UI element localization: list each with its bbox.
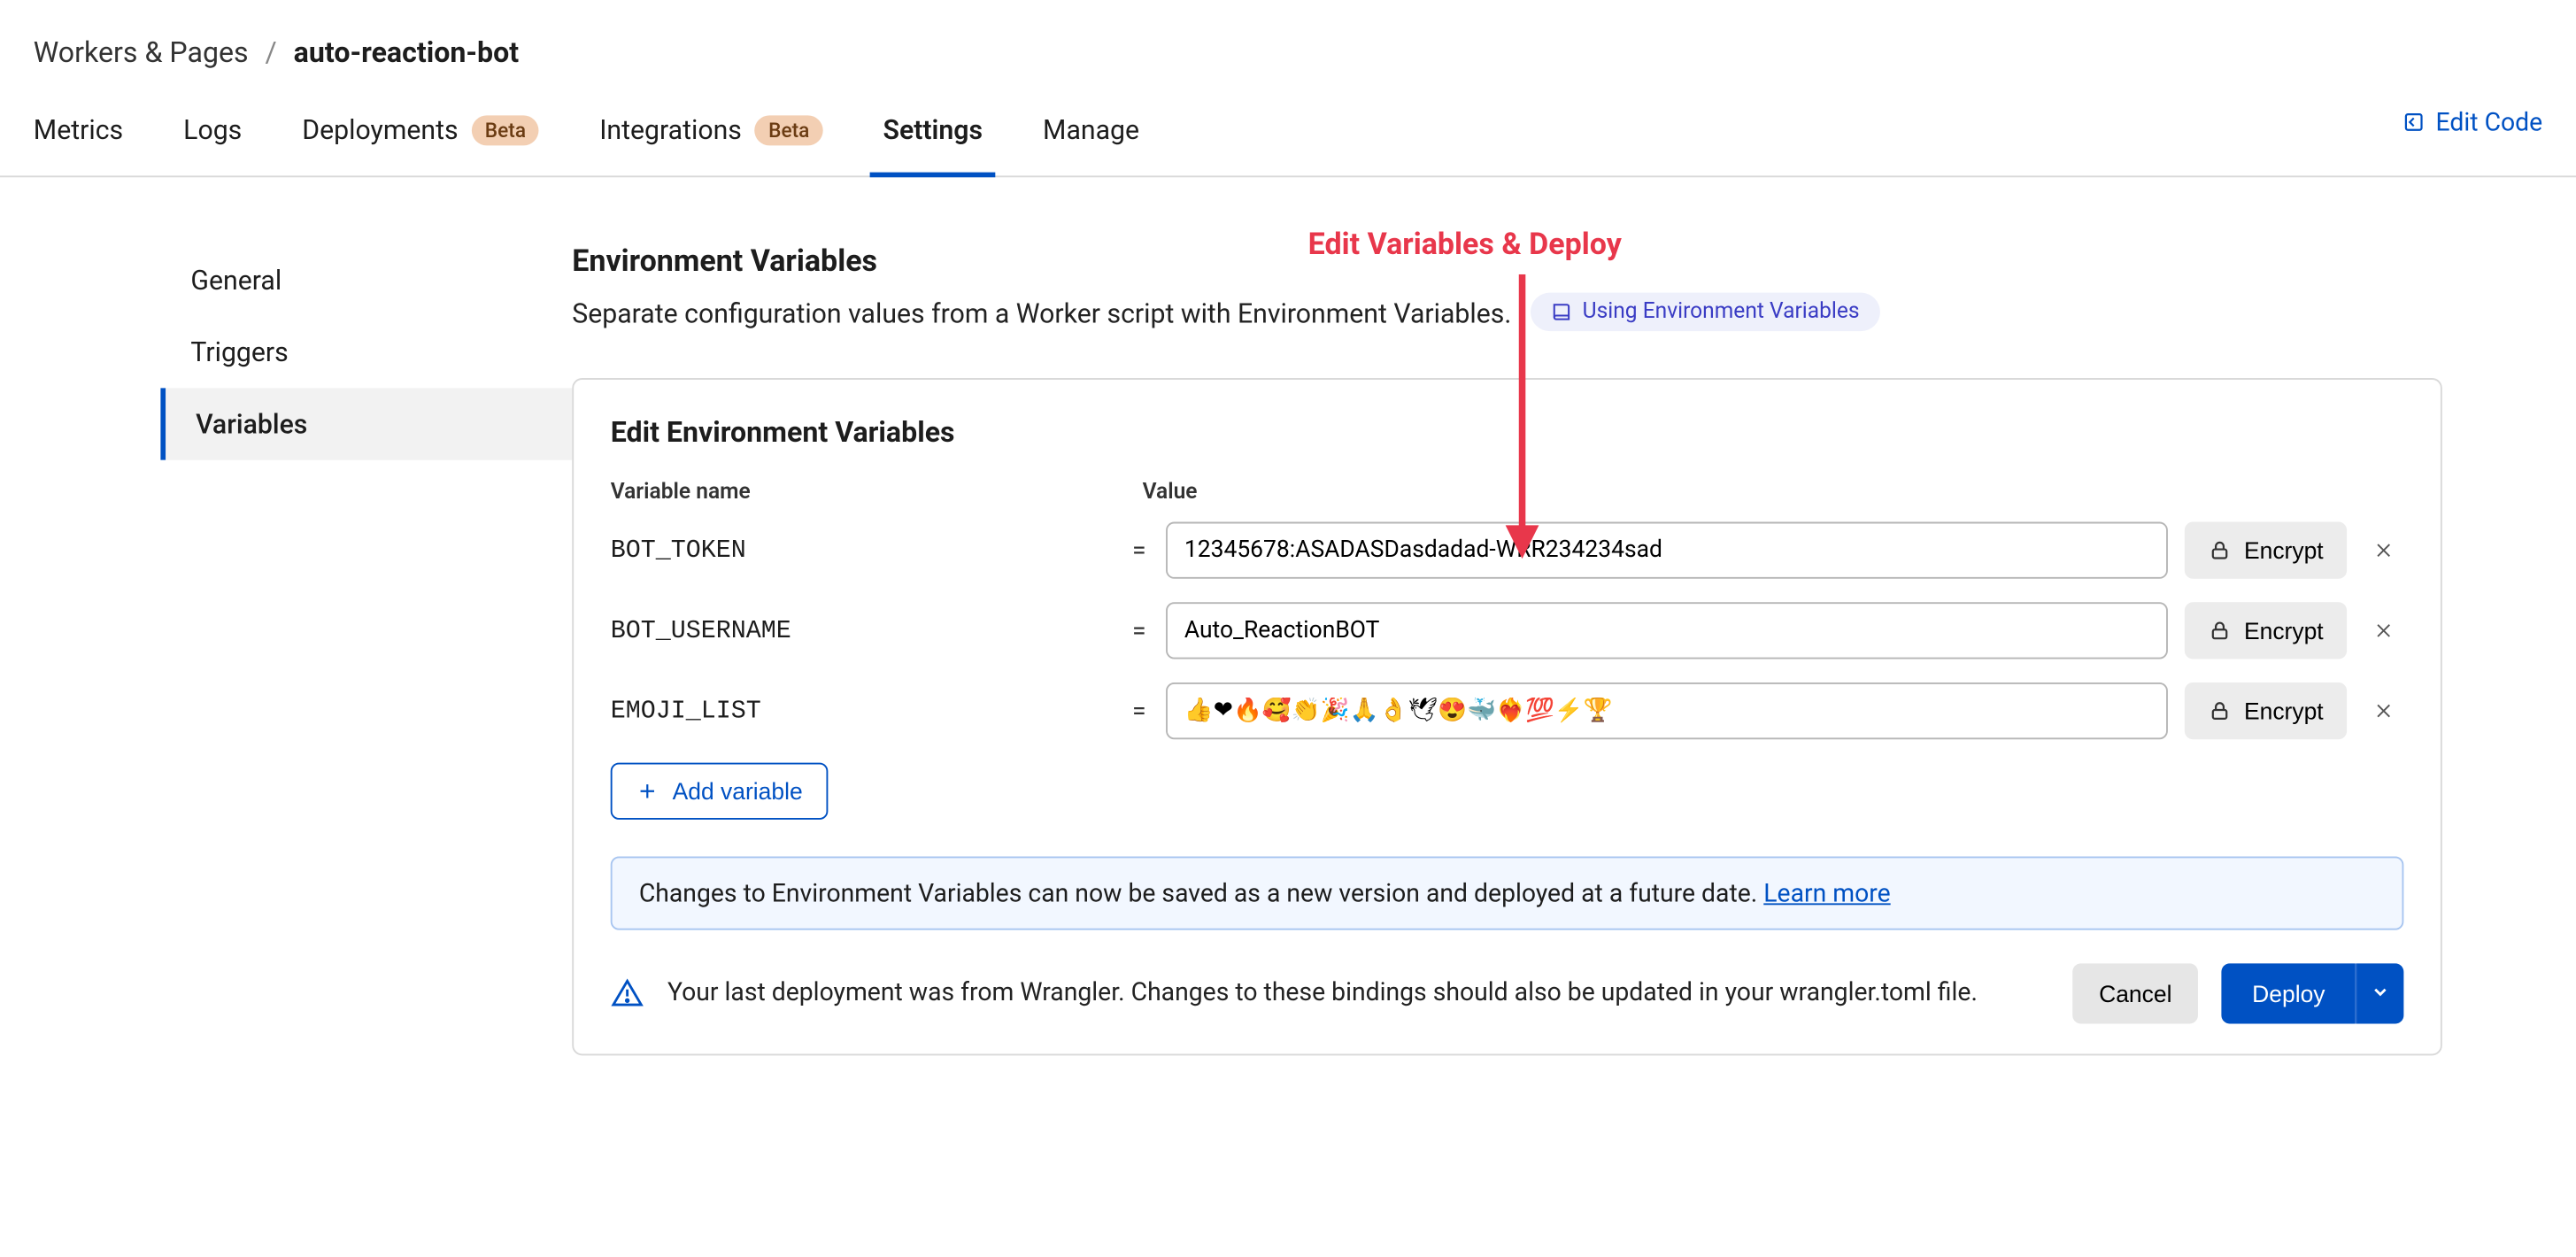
var-row: BOT_USERNAME = Encrypt [611, 602, 2404, 659]
close-icon [2373, 698, 2394, 724]
info-banner-text: Changes to Environment Variables can now… [639, 878, 1763, 908]
add-variable-label: Add variable [673, 778, 803, 805]
tab-label: Integrations [599, 113, 742, 145]
edit-code-link[interactable]: Edit Code [2402, 107, 2542, 137]
breadcrumb-parent[interactable]: Workers & Pages [34, 37, 249, 71]
annotation-arrow-icon [1506, 274, 1539, 559]
lock-icon [2207, 538, 2230, 561]
tab-label: Manage [1043, 113, 1139, 145]
section-description: Separate configuration values from a Wor… [572, 297, 1511, 329]
tab-settings[interactable]: Settings [883, 94, 983, 176]
deploy-button[interactable]: Deploy [2222, 963, 2355, 1023]
chevron-down-icon [2371, 981, 2391, 1001]
deploy-menu-button[interactable] [2356, 963, 2404, 1023]
tab-metrics[interactable]: Metrics [34, 94, 123, 176]
tab-bar: Metrics Logs Deployments Beta Integratio… [0, 94, 2576, 177]
sidebar-item-triggers[interactable]: Triggers [160, 316, 572, 388]
annotation-label: Edit Variables & Deploy [1308, 227, 1622, 263]
close-icon [2373, 617, 2394, 644]
col-header-name: Variable name [611, 480, 1143, 505]
var-name: BOT_USERNAME [611, 616, 1113, 644]
edit-code-icon [2402, 111, 2426, 134]
encrypt-button[interactable]: Encrypt [2184, 602, 2347, 659]
remove-var-button[interactable] [2364, 611, 2403, 651]
encrypt-button[interactable]: Encrypt [2184, 682, 2347, 739]
doc-link-label: Using Environment Variables [1583, 299, 1860, 324]
sidebar-item-general[interactable]: General [160, 244, 572, 316]
beta-badge: Beta [755, 114, 822, 144]
col-header-value: Value [1143, 480, 2404, 505]
tab-deployments[interactable]: Deployments Beta [302, 94, 539, 176]
learn-more-link[interactable]: Learn more [1763, 878, 1890, 908]
tab-logs[interactable]: Logs [183, 94, 242, 176]
add-variable-button[interactable]: Add variable [611, 763, 828, 820]
close-icon [2373, 537, 2394, 564]
tab-label: Logs [183, 113, 242, 145]
lock-icon [2207, 619, 2230, 642]
lock-icon [2207, 699, 2230, 722]
encrypt-button[interactable]: Encrypt [2184, 522, 2347, 579]
breadcrumb: Workers & Pages / auto-reaction-bot [0, 0, 2576, 94]
var-row: EMOJI_LIST = Encrypt [611, 682, 2404, 739]
var-value-input[interactable] [1166, 682, 2167, 739]
var-value-input[interactable] [1166, 602, 2167, 659]
var-name: BOT_TOKEN [611, 536, 1113, 565]
var-value-input[interactable] [1166, 522, 2167, 579]
equals-sign: = [1129, 696, 1149, 726]
book-icon [1551, 301, 1573, 323]
sidebar-item-variables[interactable]: Variables [160, 388, 572, 459]
plus-icon [636, 780, 659, 803]
breadcrumb-separator: / [266, 37, 277, 71]
remove-var-button[interactable] [2364, 530, 2403, 570]
warning-text: Your last deployment was from Wrangler. … [667, 976, 2048, 1012]
cancel-button[interactable]: Cancel [2072, 963, 2199, 1023]
beta-badge: Beta [472, 114, 539, 144]
encrypt-label: Encrypt [2244, 617, 2324, 644]
tab-label: Settings [883, 113, 983, 145]
equals-sign: = [1129, 536, 1149, 566]
panel-footer: Your last deployment was from Wrangler. … [611, 963, 2404, 1023]
remove-var-button[interactable] [2364, 690, 2403, 730]
edit-code-label: Edit Code [2436, 107, 2543, 137]
doc-link-pill[interactable]: Using Environment Variables [1531, 293, 1879, 331]
tab-integrations[interactable]: Integrations Beta [599, 94, 822, 176]
encrypt-label: Encrypt [2244, 698, 2324, 724]
tab-manage[interactable]: Manage [1043, 94, 1139, 176]
settings-sidebar: General Triggers Variables [0, 244, 572, 1055]
info-banner: Changes to Environment Variables can now… [611, 856, 2404, 929]
encrypt-label: Encrypt [2244, 537, 2324, 564]
equals-sign: = [1129, 615, 1149, 645]
tab-label: Deployments [302, 113, 458, 145]
warning-icon [611, 977, 644, 1011]
breadcrumb-current: auto-reaction-bot [294, 37, 519, 71]
var-name: EMOJI_LIST [611, 697, 1113, 725]
tab-label: Metrics [34, 113, 123, 145]
